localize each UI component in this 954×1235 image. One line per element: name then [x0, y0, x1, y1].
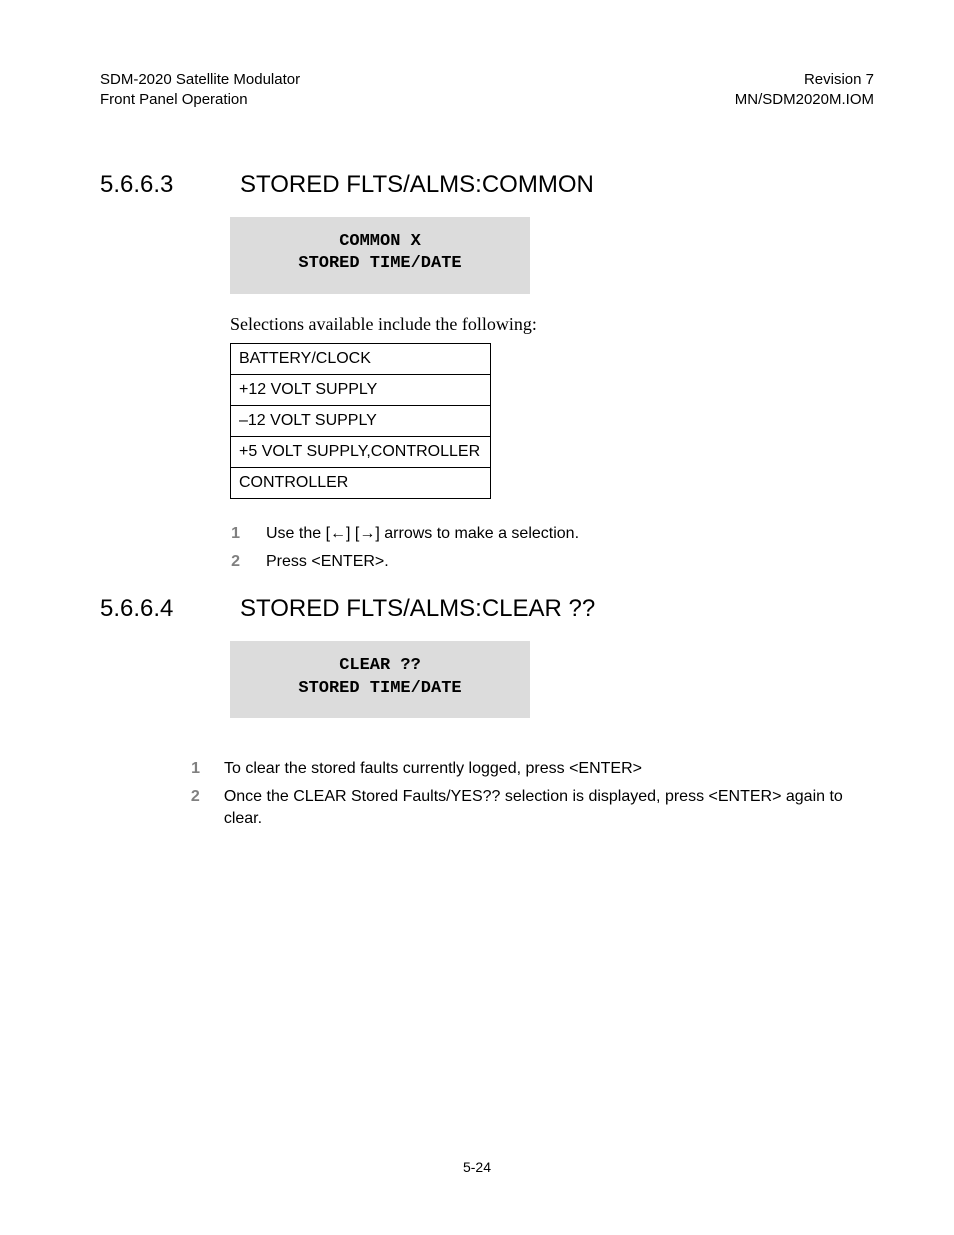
step-item: 2 Press <ENTER>. — [230, 551, 874, 573]
header-right: Revision 7 MN/SDM2020M.IOM — [735, 70, 874, 111]
page-footer: 5-24 — [0, 1159, 954, 1175]
step-item: 1 To clear the stored faults currently l… — [190, 758, 874, 780]
display-line2: STORED TIME/DATE — [230, 678, 530, 701]
step-item: 1 Use the [←] [→] arrows to make a selec… — [230, 523, 874, 545]
step-text: Press <ENTER>. — [266, 551, 389, 573]
header-docid: MN/SDM2020M.IOM — [735, 90, 874, 110]
section-body-clear: CLEAR ?? STORED TIME/DATE — [230, 641, 874, 719]
table-row: +5 VOLT SUPPLY,CONTROLLER — [231, 437, 491, 468]
step-number: 1 — [230, 525, 240, 543]
section-title: STORED FLTS/ALMS:COMMON — [240, 171, 594, 199]
section-number: 5.6.6.3 — [100, 171, 200, 199]
table-row: –12 VOLT SUPPLY — [231, 406, 491, 437]
section-number: 5.6.6.4 — [100, 595, 200, 623]
option-cell: CONTROLLER — [231, 468, 491, 499]
lcd-display-clear: CLEAR ?? STORED TIME/DATE — [230, 641, 530, 719]
display-line2: STORED TIME/DATE — [230, 253, 530, 276]
section-body-common: COMMON X STORED TIME/DATE Selections ava… — [230, 217, 874, 573]
step-number: 1 — [190, 760, 200, 778]
option-cell: BATTERY/CLOCK — [231, 344, 491, 375]
step-text: Use the [←] [→] arrows to make a selecti… — [266, 523, 579, 545]
header-subtitle: Front Panel Operation — [100, 90, 300, 110]
step-number: 2 — [190, 788, 200, 806]
header-left: SDM-2020 Satellite Modulator Front Panel… — [100, 70, 300, 111]
table-row: +12 VOLT SUPPLY — [231, 375, 491, 406]
lcd-display-common: COMMON X STORED TIME/DATE — [230, 217, 530, 295]
table-row: BATTERY/CLOCK — [231, 344, 491, 375]
section-title: STORED FLTS/ALMS:CLEAR ?? — [240, 595, 595, 623]
page-header: SDM-2020 Satellite Modulator Front Panel… — [100, 70, 874, 111]
header-product: SDM-2020 Satellite Modulator — [100, 70, 300, 90]
selections-table: BATTERY/CLOCK +12 VOLT SUPPLY –12 VOLT S… — [230, 343, 491, 499]
display-line1: COMMON X — [230, 231, 530, 254]
step-item: 2 Once the CLEAR Stored Faults/YES?? sel… — [190, 786, 874, 829]
section-heading-clear: 5.6.6.4 STORED FLTS/ALMS:CLEAR ?? — [100, 595, 874, 623]
section-heading-common: 5.6.6.3 STORED FLTS/ALMS:COMMON — [100, 171, 874, 199]
option-cell: +12 VOLT SUPPLY — [231, 375, 491, 406]
selections-intro: Selections available include the followi… — [230, 314, 874, 335]
display-line1: CLEAR ?? — [230, 655, 530, 678]
option-cell: –12 VOLT SUPPLY — [231, 406, 491, 437]
header-revision: Revision 7 — [735, 70, 874, 90]
step-text: Once the CLEAR Stored Faults/YES?? selec… — [224, 786, 874, 829]
step-number: 2 — [230, 553, 240, 571]
steps-list-clear: 1 To clear the stored faults currently l… — [190, 758, 874, 829]
table-row: CONTROLLER — [231, 468, 491, 499]
steps-list-common: 1 Use the [←] [→] arrows to make a selec… — [230, 523, 874, 572]
step-text: To clear the stored faults currently log… — [224, 758, 642, 780]
option-cell: +5 VOLT SUPPLY,CONTROLLER — [231, 437, 491, 468]
page-number: 5-24 — [463, 1159, 491, 1175]
